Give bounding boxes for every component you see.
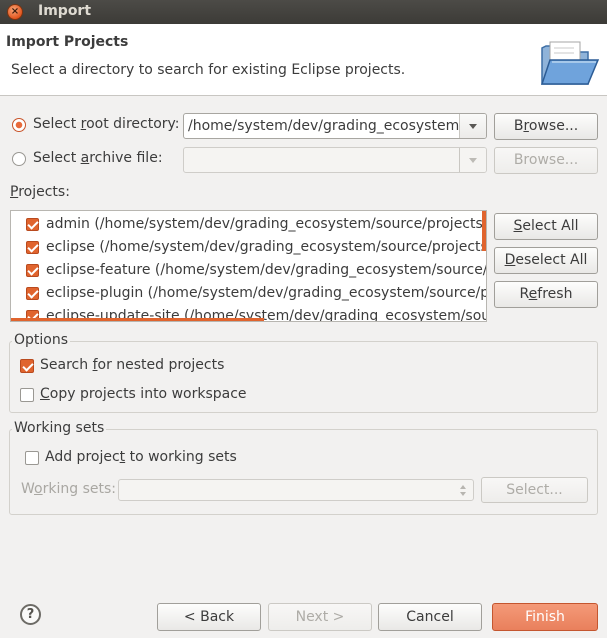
deselect-all-button[interactable]: Deselect All [494,247,598,274]
chevron-down-icon[interactable] [459,148,486,172]
add-to-working-sets-checkbox[interactable] [25,451,39,465]
close-window-button[interactable]: × [7,4,23,20]
add-to-working-sets-label: Add project to working sets [45,449,237,465]
project-label: eclipse-feature (/home/system/dev/gradin… [46,262,487,278]
project-checkbox[interactable] [26,218,39,231]
next-button[interactable]: Next > [268,603,372,631]
select-all-button[interactable]: Select All [494,213,598,240]
wizard-header: Import Projects Select a directory to se… [0,24,607,96]
projects-list[interactable]: admin (/home/system/dev/grading_ecosyste… [10,210,487,322]
cancel-button[interactable]: Cancel [378,603,482,631]
options-title: Options [12,332,71,348]
project-checkbox[interactable] [26,241,39,254]
archive-file-label: Select archive file: [33,150,163,166]
list-item[interactable]: eclipse-feature (/home/system/dev/gradin… [11,260,487,283]
list-item[interactable]: eclipse-plugin (/home/system/dev/grading… [11,283,487,306]
working-sets-title: Working sets [12,420,107,436]
root-directory-combo[interactable]: /home/system/dev/grading_ecosystem/ [183,113,487,139]
options-group [9,341,598,413]
search-nested-label: Search for nested projects [40,357,225,373]
vertical-scrollbar[interactable] [482,211,486,251]
copy-projects-label: Copy projects into workspace [40,386,247,402]
refresh-button[interactable]: Refresh [494,281,598,308]
copy-projects-checkbox[interactable] [20,388,34,402]
finish-button[interactable]: Finish [492,603,598,631]
working-sets-spinner[interactable] [118,479,474,501]
project-checkbox[interactable] [26,264,39,277]
search-nested-checkbox[interactable] [20,359,34,373]
root-directory-radio[interactable] [12,118,26,132]
projects-label: Projects: [10,184,70,200]
select-working-sets-button[interactable]: Select... [481,477,588,503]
help-icon[interactable]: ? [20,604,41,625]
project-checkbox[interactable] [26,287,39,300]
project-label: eclipse (/home/system/dev/grading_ecosys… [46,239,487,255]
chevron-down-icon[interactable] [459,114,486,138]
browse-root-button[interactable]: Browse... [494,113,598,140]
page-title: Import Projects [6,34,129,50]
page-description: Select a directory to search for existin… [11,62,406,78]
archive-file-radio[interactable] [12,152,26,166]
archive-file-combo[interactable] [183,147,487,173]
working-sets-label: Working sets: [21,481,116,497]
browse-archive-button[interactable]: Browse... [494,147,598,174]
root-directory-label: Select root directory: [33,116,180,132]
window-title: Import [38,3,92,19]
root-directory-value: /home/system/dev/grading_ecosystem/ [188,118,464,134]
back-button[interactable]: < Back [157,603,261,631]
project-label: eclipse-plugin (/home/system/dev/grading… [46,285,487,301]
list-item[interactable]: eclipse (/home/system/dev/grading_ecosys… [11,237,487,260]
window-titlebar: × Import [0,0,607,24]
folder-import-icon [540,41,600,85]
project-label: admin (/home/system/dev/grading_ecosyste… [46,216,487,232]
horizontal-scrollbar[interactable] [11,318,264,321]
list-item[interactable]: admin (/home/system/dev/grading_ecosyste… [11,214,487,237]
